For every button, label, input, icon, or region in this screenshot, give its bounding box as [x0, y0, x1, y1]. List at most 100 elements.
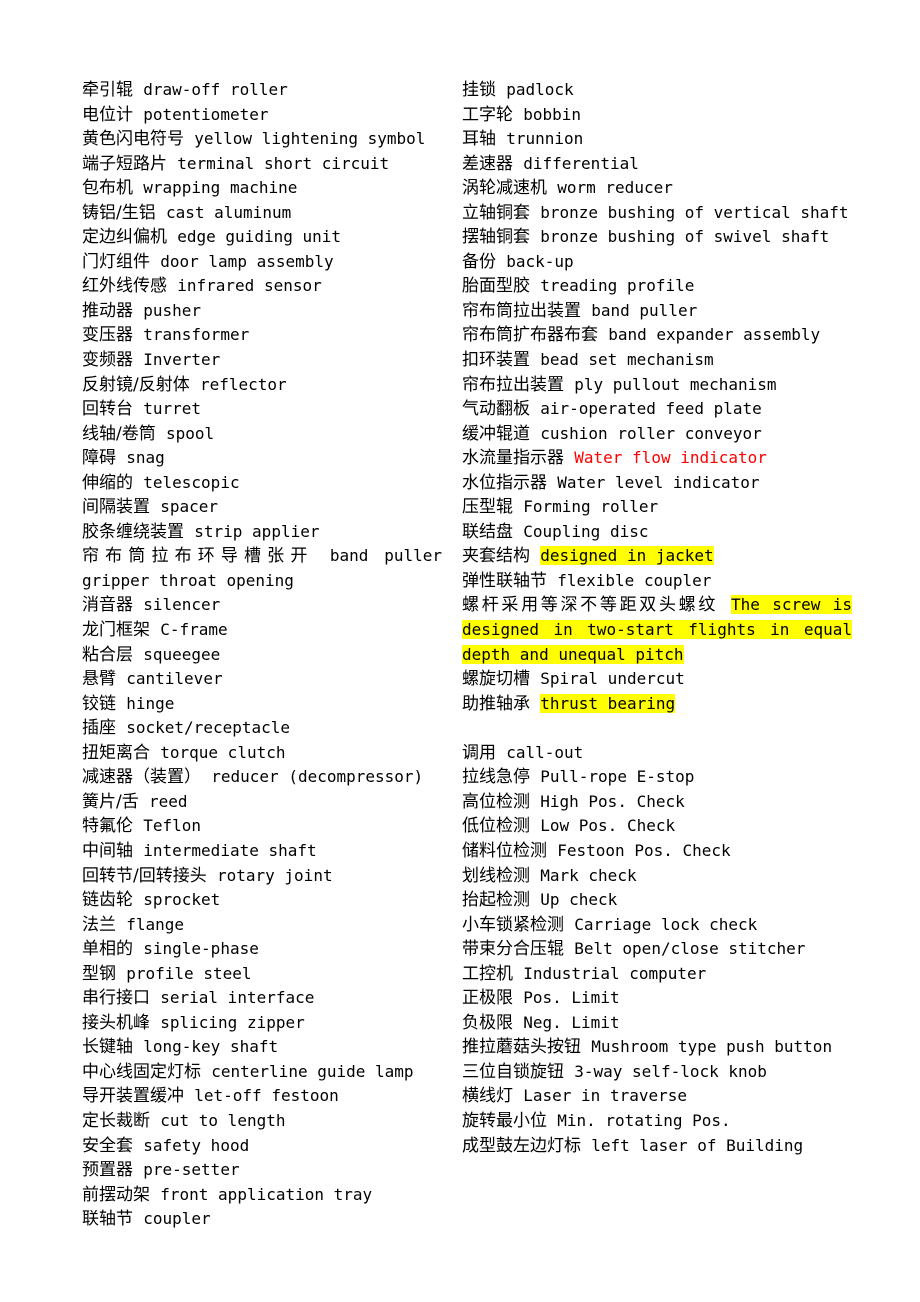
entry-term-cn: 帘布筒扩布器布套: [462, 325, 598, 346]
entry-term-en: infrared sensor: [177, 276, 322, 296]
entry-term-en: rotary joint: [216, 865, 333, 885]
entry-term-cn: 小车锁紧检测: [462, 914, 564, 935]
left-column: 牵引辊 draw-off roller 电位计 potentiometer 黄色闪电…: [0, 78, 460, 1232]
entry-term-cn: 变频器: [82, 350, 133, 371]
entry-term-en: Carriage lock check: [574, 914, 758, 934]
entry-term-en: Teflon: [143, 816, 202, 836]
glossary-entry: 成型鼓左边灯标 left laser of Building: [462, 1134, 852, 1159]
entry-term-cn: 粘合层: [82, 644, 133, 665]
glossary-entry: 缓冲辊道 cushion roller conveyor: [462, 422, 852, 447]
entry-term-cn: 前摆动架: [82, 1184, 150, 1205]
entry-term-cn: 铰链: [82, 693, 116, 714]
glossary-entry: 帘布筒拉出装置 band puller: [462, 299, 852, 324]
entry-term-en: centerline guide lamp: [211, 1061, 414, 1081]
entry-term-en: Low Pos. Check: [540, 816, 676, 836]
entry-term-cn: 中心线固定灯标: [82, 1061, 201, 1082]
entry-term-cn: 龙门框架: [82, 620, 150, 641]
glossary-entry: 簧片/舌 reed: [82, 790, 442, 815]
entry-term-cn: 定长裁断: [82, 1110, 150, 1131]
glossary-entry: 悬臂 cantilever: [82, 667, 442, 692]
glossary-entry: 帘布筒拉布环导槽张开 band puller gripper throat op…: [82, 544, 442, 593]
entry-term-cn: 间隔装置: [82, 497, 150, 518]
glossary-entry: 反射镜/反射体 reflector: [82, 373, 442, 398]
entry-term-en: wrapping machine: [143, 178, 298, 198]
glossary-entry: 端子短路片 terminal short circuit: [82, 152, 442, 177]
entry-term-en: reflector: [199, 374, 287, 394]
entry-term-en: intermediate shaft: [143, 840, 317, 860]
entry-term-en: trunnion: [506, 129, 584, 149]
entry-term-en: Industrial computer: [523, 963, 707, 983]
entry-term-cn: 链齿轮: [82, 890, 133, 911]
glossary-entry: 螺旋切槽 Spiral undercut: [462, 667, 852, 692]
glossary-entry: 摆轴铜套 bronze bushing of swivel shaft: [462, 225, 852, 250]
glossary-entry: 联结盘 Coupling disc: [462, 520, 852, 545]
glossary-entry: 备份 back-up: [462, 250, 852, 275]
glossary-entry: 负极限 Neg. Limit: [462, 1011, 852, 1036]
entry-term-en: call-out: [506, 742, 584, 762]
entry-term-en: reed: [148, 791, 188, 811]
right-column: 挂锁 padlock 工字轮 bobbin 耳轴 trunnion 差速器 diffe…: [460, 78, 920, 1158]
glossary-entry: 帘布筒扩布器布套 band expander assembly: [462, 323, 852, 348]
entry-term-en: Belt open/close stitcher: [574, 939, 806, 959]
glossary-entry: 涡轮减速机 worm reducer: [462, 176, 852, 201]
entry-term-cn: 助推轴承: [462, 693, 530, 714]
entry-term-en: safety hood: [143, 1135, 250, 1155]
entry-term-cn: 气动翻板: [462, 399, 530, 420]
glossary-entry: 胶条缠绕装置 strip applier: [82, 520, 442, 545]
glossary-entry: 帘布拉出装置 ply pullout mechanism: [462, 373, 852, 398]
entry-term-en: 3-way self-lock knob: [574, 1061, 767, 1081]
entry-term-cn: 回转台: [82, 399, 133, 420]
entry-term-cn: 簧片/舌: [82, 791, 139, 812]
entry-term-en: flexible coupler: [557, 570, 712, 590]
glossary-entry: 减速器（装置） reducer (decompressor): [82, 765, 442, 790]
glossary-entry: 电位计 potentiometer: [82, 103, 442, 128]
entry-term-en: cushion roller conveyor: [540, 423, 762, 443]
glossary-entry: 插座 socket/receptacle: [82, 716, 442, 741]
entry-term-cn: 反射镜/反射体: [82, 374, 190, 395]
entry-term-cn: 涡轮减速机: [462, 178, 547, 199]
entry-term-en: let-off festoon: [194, 1086, 339, 1106]
entry-term-cn: 消音器: [82, 595, 133, 616]
entry-term-en: profile steel: [126, 963, 252, 983]
glossary-entry: 抬起检测 Up check: [462, 888, 852, 913]
glossary-entry: 高位检测 High Pos. Check: [462, 790, 852, 815]
entry-term-cn: 变压器: [82, 325, 133, 346]
entry-term-en: Pull-rope E-stop: [540, 767, 695, 787]
glossary-entry: 黄色闪电符号 yellow lightening symbol: [82, 127, 442, 152]
entry-term-en: front application tray: [160, 1184, 373, 1204]
glossary-entry: 挂锁 padlock: [462, 78, 852, 103]
entry-term-en: cantilever: [126, 669, 223, 689]
entry-term-en: coupler: [143, 1209, 211, 1229]
entry-term-cn: 法兰: [82, 914, 116, 935]
entry-term-cn: 摆轴铜套: [462, 227, 530, 248]
entry-term-cn: 正极限: [462, 988, 513, 1009]
glossary-entry: 工控机 Industrial computer: [462, 962, 852, 987]
entry-term-en: differential: [523, 153, 639, 173]
entry-term-cn: 减速器（装置）: [82, 767, 201, 788]
entry-term-cn: 调用: [462, 742, 496, 763]
entry-term-en: pusher: [143, 300, 202, 320]
entry-term-en: Up check: [540, 890, 618, 910]
glossary-entry: 串行接口 serial interface: [82, 986, 442, 1011]
entry-term-en: edge guiding unit: [177, 227, 342, 247]
glossary-entry: 长键轴 long-key shaft: [82, 1035, 442, 1060]
entry-term-cn: 扭矩离合: [82, 742, 150, 763]
entry-term-cn: 导开装置缓冲: [82, 1086, 184, 1107]
entry-term-cn: 电位计: [82, 104, 133, 125]
entry-term-cn: 中间轴: [82, 840, 133, 861]
entry-term-en: strip applier: [194, 521, 320, 541]
entry-term-en: turret: [143, 399, 202, 419]
glossary-entry: 安全套 safety hood: [82, 1134, 442, 1159]
glossary-entry: 水位指示器 Water level indicator: [462, 471, 852, 496]
entry-term-en: draw-off roller: [143, 80, 288, 99]
glossary-entry: 划线检测 Mark check: [462, 864, 852, 889]
entry-term-cn: 储料位检测: [462, 840, 547, 861]
entry-term-cn: 端子短路片: [82, 153, 167, 174]
entry-term-cn: 门灯组件: [82, 251, 150, 272]
entry-term-en: Forming roller: [523, 497, 659, 517]
glossary-entry: 压型辊 Forming roller: [462, 495, 852, 520]
entry-term-cn: 接头机峰: [82, 1012, 150, 1033]
entry-term-en: back-up: [506, 251, 574, 271]
entry-term-cn: 立轴铜套: [462, 202, 530, 223]
entry-term-cn: 螺杆采用等深不等距双头螺纹: [462, 595, 719, 616]
